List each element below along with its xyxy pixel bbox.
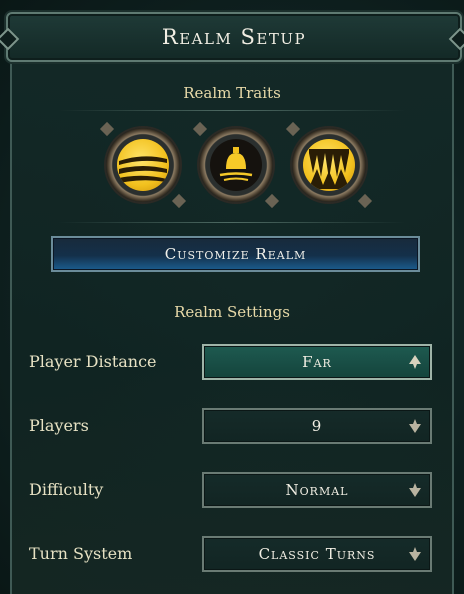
bell-water-icon [210, 139, 262, 191]
page-title: Realm Setup [161, 25, 307, 49]
difficulty-select[interactable]: Normal [202, 472, 432, 508]
chevron-up-icon [409, 355, 421, 369]
realm-traits-heading: Realm Traits [183, 84, 281, 102]
header-left-ornament [0, 27, 20, 51]
wind-layers-icon [117, 139, 169, 191]
turn-system-value: Classic Turns [258, 545, 376, 563]
chevron-down-icon [409, 483, 421, 497]
header-right-ornament [448, 27, 464, 51]
trait-2[interactable] [192, 121, 280, 209]
players-select[interactable]: 9 [202, 408, 432, 444]
trait-3[interactable] [285, 121, 373, 209]
players-label: Players [29, 416, 89, 435]
divider [58, 222, 406, 223]
customize-realm-label: Customize Realm [164, 245, 307, 263]
chevron-down-icon [409, 547, 421, 561]
player-distance-value: Far [302, 353, 332, 371]
fanged-maw-icon [303, 139, 355, 191]
players-value: 9 [311, 417, 323, 435]
turn-system-label: Turn System [29, 544, 133, 563]
divider [58, 110, 406, 111]
trait-1[interactable] [99, 121, 187, 209]
title-bar: Realm Setup [0, 12, 464, 62]
player-distance-label: Player Distance [29, 352, 157, 371]
difficulty-value: Normal [285, 481, 349, 499]
realm-settings-heading: Realm Settings [174, 303, 290, 321]
customize-realm-button[interactable]: Customize Realm [51, 236, 420, 272]
player-distance-select[interactable]: Far [202, 344, 432, 380]
chevron-down-icon [409, 419, 421, 433]
difficulty-label: Difficulty [29, 480, 104, 499]
turn-system-select[interactable]: Classic Turns [202, 536, 432, 572]
